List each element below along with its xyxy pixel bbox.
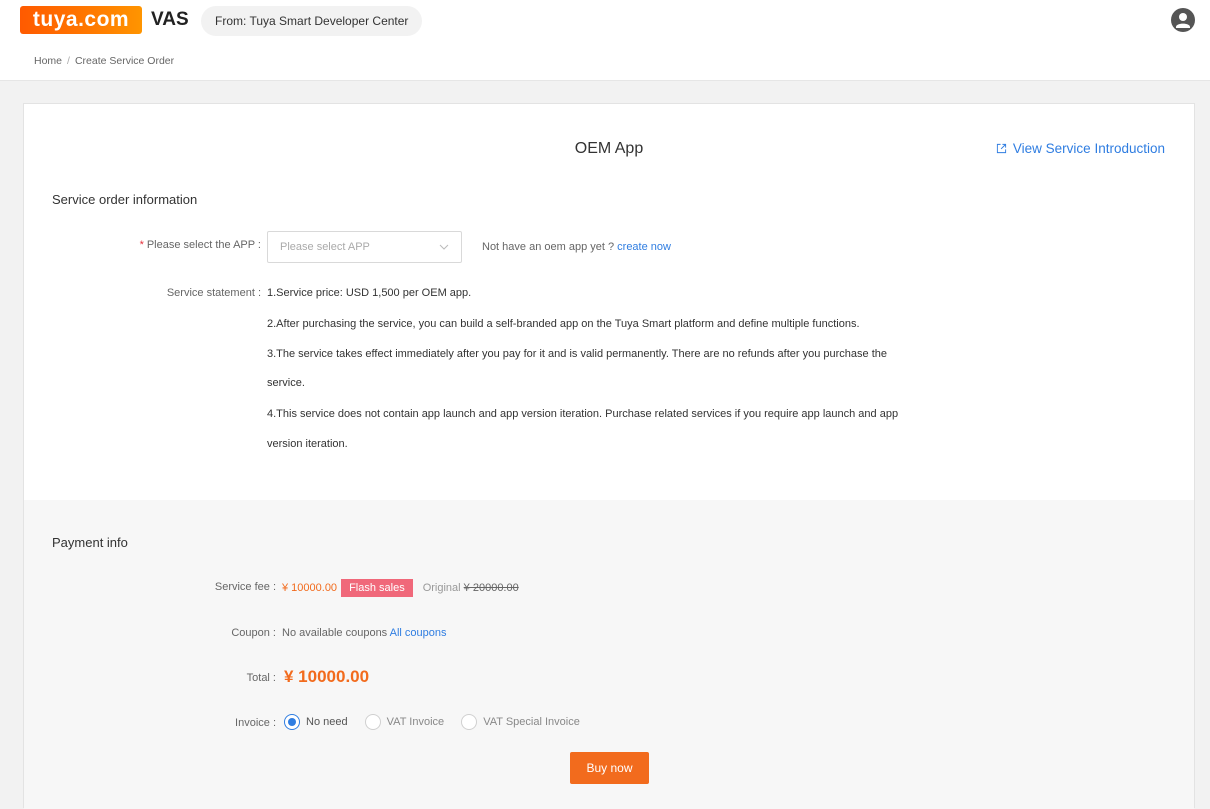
product-name: VAS [151,9,189,30]
required-mark: * [139,239,144,251]
invoice-option-no-need[interactable]: No need [284,714,348,730]
coupon-row: No available coupons All coupons [282,627,447,639]
external-link-icon [996,143,1006,154]
original-price-value: ¥ 20000.00 [463,582,519,594]
radio-checked-icon [284,714,300,730]
select-app-label-text: Please select the APP : [146,239,261,251]
buy-now-button[interactable]: Buy now [570,752,649,784]
total-value: ¥ 10000.00 [284,667,370,686]
radio-unchecked-icon [461,714,478,730]
breadcrumb-current: Create Service Order [74,55,175,67]
invoice-option-label: VAT Special Invoice [483,716,580,728]
invoice-option-vat[interactable]: VAT Invoice [364,714,445,730]
invoice-label: Invoice : [235,717,276,729]
select-app-label: * Please select the APP : [140,239,261,251]
flash-sales-badge: Flash sales [341,579,413,597]
invoice-option-label: No need [306,716,348,728]
create-now-link[interactable]: create now [617,241,671,253]
statement-line: 4.This service does not contain app laun… [267,408,899,420]
total-label: Total : [246,672,276,684]
coupon-value: No available coupons [282,627,388,639]
select-app-dropdown[interactable]: Please select APP [267,231,462,263]
statement-line: 2.After purchasing the service, you can … [267,318,860,330]
source-label: From: [215,14,247,28]
invoice-option-vat-special[interactable]: VAT Special Invoice [461,714,580,730]
statement-line: version iteration. [267,438,348,450]
breadcrumb-separator: / [67,55,70,67]
invoice-option-label: VAT Invoice [386,716,445,728]
service-fee-label: Service fee : [214,581,276,593]
no-app-hint-text: Not have an oem app yet ? [482,241,615,253]
radio-unchecked-icon [364,714,381,730]
user-avatar-icon[interactable] [1171,8,1195,32]
service-fee-value: ¥ 10000.00 [282,582,338,594]
view-link-label: View Service Introduction [1012,141,1165,156]
coupon-label: Coupon : [231,627,276,639]
payment-section-title: Payment info [52,535,128,550]
service-fee-row: ¥ 10000.00 Flash sales Original ¥ 20000.00 [282,579,519,597]
statement-line: 1.Service price: USD 1,500 per OEM app. [267,287,472,299]
order-info-section-title: Service order information [52,192,198,207]
view-service-introduction-link[interactable]: View Service Introduction [996,141,1165,156]
select-app-placeholder: Please select APP [280,241,370,253]
no-app-hint: Not have an oem app yet ? create now [482,241,671,253]
service-statement-label: Service statement : [166,287,261,299]
all-coupons-link[interactable]: All coupons [390,627,447,639]
service-order-card: OEM App View Service Introduction Servic… [23,103,1195,809]
source-pill: From: Tuya Smart Developer Center [201,6,423,36]
original-price-label: Original [422,582,461,594]
top-header: tuya.com VAS From: Tuya Smart Developer … [0,0,1210,81]
statement-line: 3.The service takes effect immediately a… [267,348,887,360]
user-silhouette-icon [1176,13,1190,28]
statement-line: service. [267,377,305,389]
tuya-logo[interactable]: tuya.com [20,6,142,34]
chevron-down-icon [439,244,449,250]
invoice-options: No need VAT Invoice VAT Special Invoice [284,714,594,730]
breadcrumb-home[interactable]: Home [34,55,62,67]
breadcrumb: Home / Create Service Order [34,55,174,67]
source-value: Tuya Smart Developer Center [249,14,409,28]
